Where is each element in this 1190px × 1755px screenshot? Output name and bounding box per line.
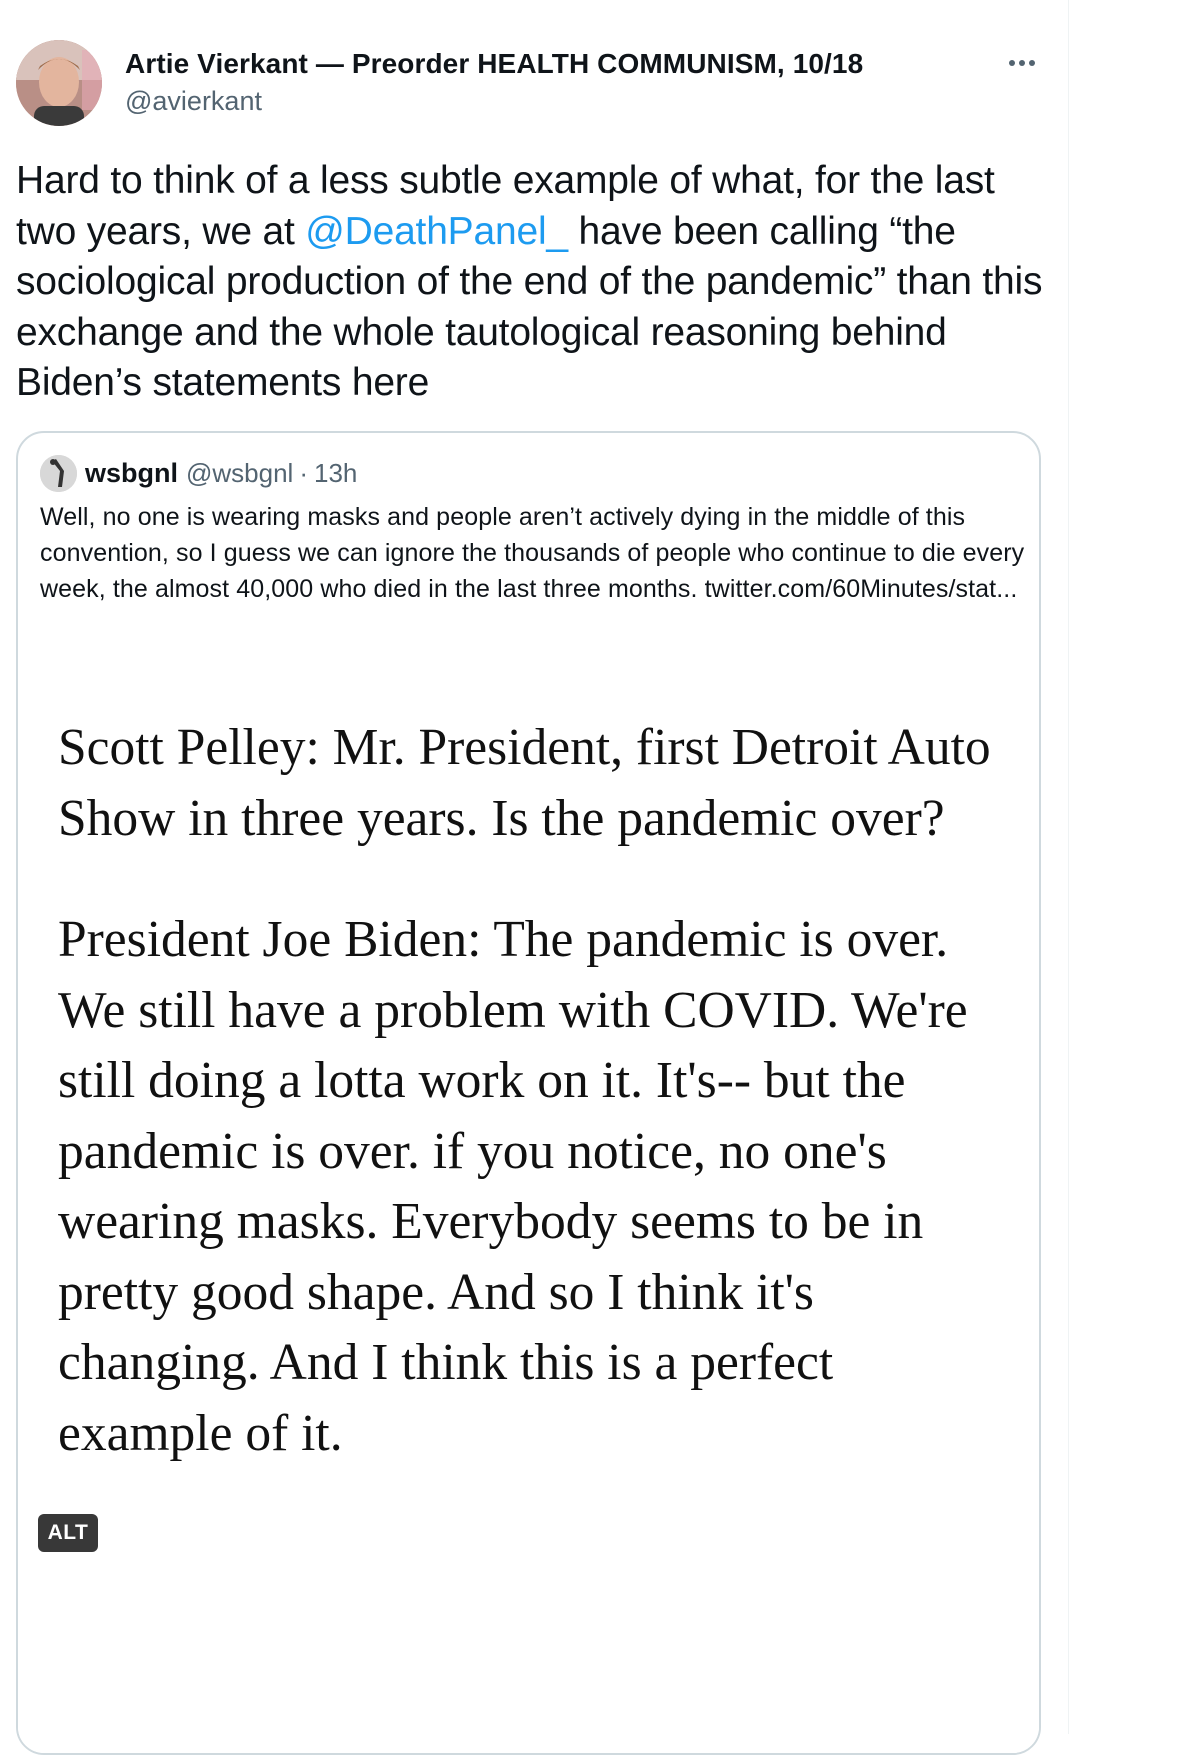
separator-dot: · [299,458,308,488]
author-handle[interactable]: @avierkant [125,83,863,119]
more-dot [1019,60,1025,66]
author-avatar[interactable] [16,40,102,126]
quoted-author-name[interactable]: wsbgnl [85,458,178,489]
quoted-author-avatar[interactable] [40,455,77,492]
quoted-timestamp[interactable]: 13h [314,458,357,489]
author-block: Artie Vierkant — Preorder HEALTH COMMUNI… [125,45,863,119]
author-display-name[interactable]: Artie Vierkant — Preorder HEALTH COMMUNI… [125,45,863,83]
quoted-tweet-text: Well, no one is wearing masks and people… [40,499,1030,607]
transcript-paragraph-biden: President Joe Biden: The pandemic is ove… [58,911,968,1462]
alt-text-badge[interactable]: ALT [38,1514,98,1552]
mention-link[interactable]: @DeathPanel_ [305,210,568,253]
column-divider [1068,0,1069,1734]
quoted-tweet-header: wsbgnl @wsbgnl · 13h [40,455,357,492]
more-options-icon[interactable] [1004,48,1040,78]
transcript-paragraph-pelley: Scott Pelley: Mr. President, first Detro… [58,719,991,847]
quoted-author-handle[interactable]: @wsbgnl [186,458,293,489]
quoted-tweet-link[interactable]: twitter.com/60Minutes/stat... [705,575,1018,603]
more-dot [1009,60,1015,66]
quoted-tweet-card[interactable]: wsbgnl @wsbgnl · 13h Well, no one is wea… [16,431,1041,1755]
interview-transcript: Scott Pelley: Mr. President, first Detro… [58,713,1018,1520]
tweet-text: Hard to think of a less subtle example o… [16,156,1056,409]
more-dot [1029,60,1035,66]
quoted-tweet-image[interactable]: Scott Pelley: Mr. President, first Detro… [18,683,1039,1753]
tweet-page: Artie Vierkant — Preorder HEALTH COMMUNI… [0,0,1190,1755]
